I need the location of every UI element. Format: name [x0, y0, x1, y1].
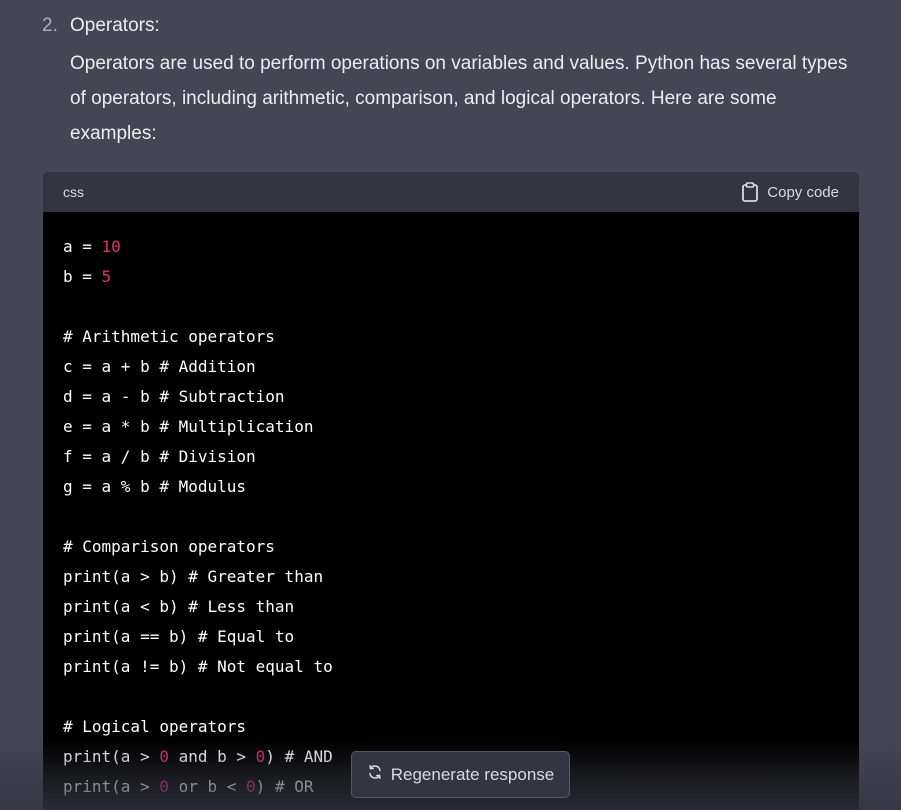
code-line: # Logical operators [63, 712, 859, 742]
code-text: b = [63, 267, 102, 286]
code-text: d = a - b # Subtraction [63, 387, 285, 406]
code-line: d = a - b # Subtraction [63, 382, 859, 412]
code-text: c = a + b # Addition [63, 357, 256, 376]
code-line: print(a == b) # Equal to [63, 622, 859, 652]
code-number-literal: 5 [101, 267, 112, 286]
code-line: # Comparison operators [63, 532, 859, 562]
code-text: or b < [168, 777, 247, 796]
code-text: # Arithmetic operators [63, 327, 275, 346]
code-line: print(a > b) # Greater than [63, 562, 859, 592]
code-text: a = [63, 237, 102, 256]
code-line: c = a + b # Addition [63, 352, 859, 382]
code-text: # Logical operators [63, 717, 247, 736]
regenerate-response-button[interactable]: Regenerate response [351, 751, 570, 798]
copy-code-button[interactable]: Copy code [741, 182, 839, 202]
code-number-literal: 0 [159, 777, 169, 796]
regenerate-label: Regenerate response [390, 764, 555, 784]
code-text: e = a * b # Multiplication [63, 417, 314, 436]
code-text: f = a / b # Division [63, 447, 256, 466]
chat-message: 2. Operators: Operators are used to perf… [0, 0, 901, 810]
refresh-icon [367, 764, 383, 785]
code-text: print(a == b) # Equal to [63, 627, 295, 646]
code-line: g = a % b # Modulus [63, 472, 859, 502]
code-content: a = 10 b = 5 # Arithmetic operators c = a +… [43, 212, 859, 802]
code-line: # Arithmetic operators [63, 322, 859, 352]
code-line: print(a < b) # Less than [63, 592, 859, 622]
list-number: 2. [42, 15, 58, 36]
code-number-literal: 0 [246, 777, 256, 796]
code-line: e = a * b # Multiplication [63, 412, 859, 442]
code-text: # Comparison operators [63, 537, 275, 556]
code-number-literal: 0 [255, 747, 266, 766]
code-number-literal: 0 [159, 747, 169, 766]
code-line: a = 10 [63, 232, 859, 262]
copy-code-label: Copy code [767, 183, 839, 201]
clipboard-icon [741, 182, 759, 202]
code-text: print(a > [63, 777, 160, 796]
code-text: g = a % b # Modulus [63, 477, 247, 496]
code-text: and b > [168, 747, 256, 766]
list-paragraph: Operators are used to perform operations… [70, 53, 848, 144]
code-block: css Copy code a = 10 b = 5 # Arithmetic op… [43, 172, 859, 810]
code-line: f = a / b # Division [63, 442, 859, 472]
code-line: print(a != b) # Not equal to [63, 652, 859, 682]
code-header: css Copy code [43, 172, 859, 212]
code-language-label: css [63, 184, 84, 200]
list-heading: Operators: [70, 15, 160, 36]
code-text: ) # OR [255, 777, 314, 796]
code-number-literal: 10 [101, 237, 121, 256]
code-text: print(a < b) # Less than [63, 597, 295, 616]
code-line: b = 5 [63, 262, 859, 292]
code-text: print(a != b) # Not equal to [63, 657, 333, 676]
code-text: print(a > [63, 747, 160, 766]
code-text: print(a > b) # Greater than [63, 567, 324, 586]
code-text: ) # AND [265, 747, 333, 766]
